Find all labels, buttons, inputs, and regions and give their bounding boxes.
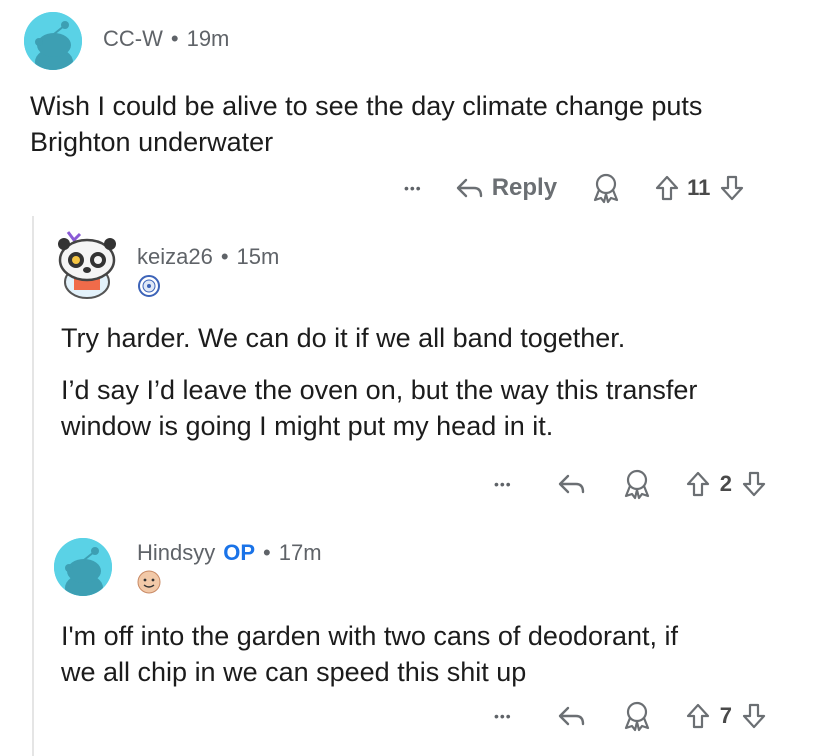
upvote-icon[interactable] (686, 702, 710, 730)
comment-line: Try harder. We can do it if we all band … (61, 323, 626, 353)
vote-count: 11 (687, 175, 711, 200)
thread-line (32, 216, 34, 756)
comment-line: we all chip in we can speed this shit up (61, 657, 527, 687)
reply-button[interactable]: Reply (492, 174, 557, 202)
comment-line: I'm off into the garden with two cans of… (61, 621, 679, 651)
more-options-button[interactable]: ••• (494, 708, 512, 724)
username[interactable]: CC-W (103, 26, 163, 52)
upvote-icon[interactable] (655, 174, 679, 202)
panda-avatar-icon[interactable] (52, 226, 122, 302)
award-icon[interactable] (622, 700, 652, 732)
award-icon[interactable] (622, 468, 652, 500)
timestamp: 19m (186, 26, 230, 51)
comment-actions: ••• Reply 11 (404, 168, 744, 208)
comment-actions: ••• 7 (494, 696, 766, 736)
comment-body: Try harder. We can do it if we all band … (61, 320, 811, 444)
timestamp: 17m (278, 540, 322, 565)
separator: • (220, 244, 229, 269)
snoo-avatar-icon[interactable] (54, 538, 112, 596)
award-icon[interactable] (591, 172, 621, 204)
comment-body: I'm off into the garden with two cans of… (61, 618, 811, 690)
more-options-button[interactable]: ••• (494, 476, 512, 492)
comment-line: I’d say I’d leave the oven on, but the w… (61, 375, 698, 405)
reply-icon[interactable] (556, 704, 586, 728)
downvote-icon[interactable] (742, 702, 766, 730)
reply-icon[interactable] (454, 176, 484, 200)
vote-count: 2 (719, 471, 732, 496)
comment-line: Brighton underwater (30, 127, 274, 157)
separator: • (263, 540, 271, 565)
snoo-avatar-icon[interactable] (24, 12, 82, 70)
downvote-icon[interactable] (720, 174, 744, 202)
username[interactable]: Hindsyy (137, 540, 215, 566)
separator: • (170, 26, 179, 51)
reply-icon[interactable] (556, 472, 586, 496)
comment-line: window is going I might put my head in i… (61, 411, 554, 441)
comment-line: Wish I could be alive to see the day cli… (30, 91, 703, 121)
comment-actions: ••• 2 (494, 464, 766, 504)
timestamp: 15m (236, 244, 280, 269)
more-options-button[interactable]: ••• (404, 180, 422, 196)
vote-count: 7 (719, 703, 732, 728)
op-badge: OP (223, 540, 256, 565)
comment-body: Wish I could be alive to see the day cli… (30, 88, 810, 160)
downvote-icon[interactable] (742, 470, 766, 498)
achievement-badge-icon[interactable] (137, 274, 161, 298)
user-flair-icon (137, 570, 161, 594)
username[interactable]: keiza26 (137, 244, 213, 270)
upvote-icon[interactable] (686, 470, 710, 498)
